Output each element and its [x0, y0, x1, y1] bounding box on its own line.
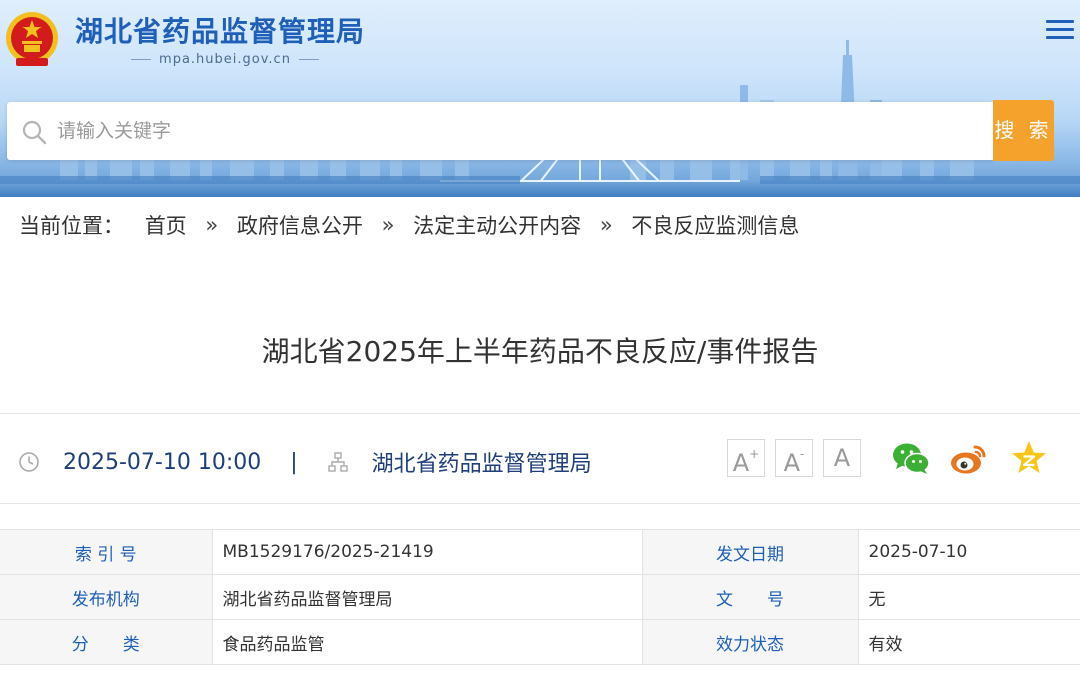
font-increase-label: A	[732, 449, 750, 477]
font-reset-label: A	[833, 444, 851, 472]
issue-date-value: 2025-07-10	[857, 529, 1080, 575]
search-bar	[7, 102, 993, 160]
table-row: 发布机构 湖北省药品监督管理局 文 号 无	[0, 574, 1080, 620]
search-input[interactable]	[57, 112, 977, 150]
font-decrease-label: A	[783, 449, 801, 477]
document-info-table: 索 引 号 MB1529176/2025-21419 发文日期 2025-07-…	[0, 529, 1080, 665]
font-increase-button[interactable]: A+	[727, 439, 765, 477]
site-domain-text: mpa.hubei.gov.cn	[159, 52, 291, 67]
article-title: 湖北省2025年上半年药品不良反应/事件报告	[261, 335, 819, 368]
national-emblem-icon	[6, 12, 58, 66]
header-banner: 湖北省药品监督管理局 mpa.hubei.gov.cn	[0, 0, 1080, 197]
index-number-value: MB1529176/2025-21419	[211, 529, 643, 575]
breadcrumb-adr-monitoring-link[interactable]: 不良反应监测信息	[631, 214, 799, 238]
document-number-label: 文 号	[641, 574, 859, 620]
clock-icon	[19, 452, 39, 472]
document-number-value: 无	[857, 574, 1080, 620]
table-row: 分 类 食品药品监管 效力状态 有效	[0, 619, 1080, 665]
breadcrumb: 当前位置： 首页 » 政府信息公开 » 法定主动公开内容 » 不良反应监测信息	[19, 210, 799, 240]
divider	[0, 413, 1080, 414]
breadcrumb-statutory-content-link[interactable]: 法定主动公开内容	[413, 214, 581, 238]
validity-status-label: 效力状态	[641, 619, 859, 665]
divider	[0, 503, 1080, 504]
index-number-label: 索 引 号	[0, 529, 213, 575]
category-value: 食品药品监管	[211, 619, 643, 665]
font-decrease-button[interactable]: A-	[775, 439, 813, 477]
weibo-icon[interactable]	[949, 438, 989, 478]
table-row: 索 引 号 MB1529176/2025-21419 发文日期 2025-07-…	[0, 529, 1080, 575]
publisher-name: 湖北省药品监督管理局	[371, 452, 592, 477]
breadcrumb-home-link[interactable]: 首页	[145, 214, 187, 238]
article-meta: 2025-07-10 10:00 | 湖北省药品监督管理局	[18, 446, 592, 478]
search-icon	[22, 120, 47, 145]
site-domain: mpa.hubei.gov.cn	[75, 52, 375, 67]
breadcrumb-separator: »	[599, 213, 613, 237]
site-title[interactable]: 湖北省药品监督管理局	[75, 10, 365, 50]
breadcrumb-separator: »	[381, 213, 395, 237]
wechat-icon[interactable]	[891, 438, 931, 478]
issue-date-label: 发文日期	[641, 529, 859, 575]
hamburger-menu-icon[interactable]	[1046, 20, 1074, 42]
font-reset-button[interactable]: A	[823, 439, 861, 477]
org-structure-icon	[327, 452, 348, 472]
validity-status-value: 有效	[857, 619, 1080, 665]
qzone-icon[interactable]	[1009, 438, 1049, 478]
issuing-agency-value: 湖北省药品监督管理局	[211, 574, 643, 620]
issuing-agency-label: 发布机构	[0, 574, 213, 620]
breadcrumb-gov-info-link[interactable]: 政府信息公开	[237, 214, 363, 238]
meta-divider: |	[290, 449, 298, 475]
category-label: 分 类	[0, 619, 213, 665]
breadcrumb-prefix: 当前位置：	[19, 214, 124, 238]
search-button[interactable]: 搜 索	[993, 100, 1054, 161]
breadcrumb-separator: »	[205, 213, 219, 237]
publish-datetime: 2025-07-10 10:00	[63, 449, 262, 475]
